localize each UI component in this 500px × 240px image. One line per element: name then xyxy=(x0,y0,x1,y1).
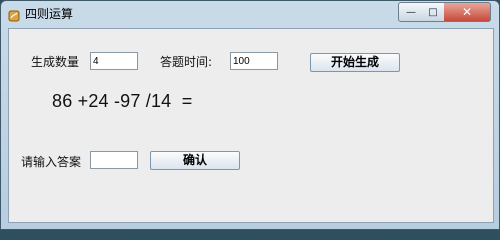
window-title: 四则运算 xyxy=(25,7,74,21)
answer-input[interactable] xyxy=(90,151,138,169)
app-icon xyxy=(8,7,20,22)
time-input[interactable] xyxy=(230,52,278,70)
count-input[interactable] xyxy=(90,52,138,70)
maximize-icon: □ xyxy=(428,6,438,18)
problem-text: 86 +24 -97 /14 = xyxy=(52,91,193,111)
app-window: 四则运算 — □ ✕ 生成数量 答题时间: 开始生成 86 +24 -97 /1… xyxy=(0,0,500,230)
close-button[interactable]: ✕ xyxy=(444,2,491,22)
count-label: 生成数量 xyxy=(31,55,80,69)
minimize-button[interactable]: — xyxy=(398,2,424,22)
form-panel: 生成数量 答题时间: 开始生成 86 +24 -97 /14 = 请输入答案 确… xyxy=(8,28,494,223)
time-label: 答题时间: xyxy=(160,55,213,69)
confirm-button[interactable]: 确认 xyxy=(150,151,240,170)
answer-label: 请输入答案 xyxy=(21,155,82,169)
generate-button[interactable]: 开始生成 xyxy=(310,53,400,72)
minimize-icon: — xyxy=(406,6,416,18)
title-bar[interactable]: 四则运算 — □ ✕ xyxy=(1,1,499,25)
maximize-button[interactable]: □ xyxy=(422,2,445,22)
close-icon: ✕ xyxy=(461,5,473,19)
